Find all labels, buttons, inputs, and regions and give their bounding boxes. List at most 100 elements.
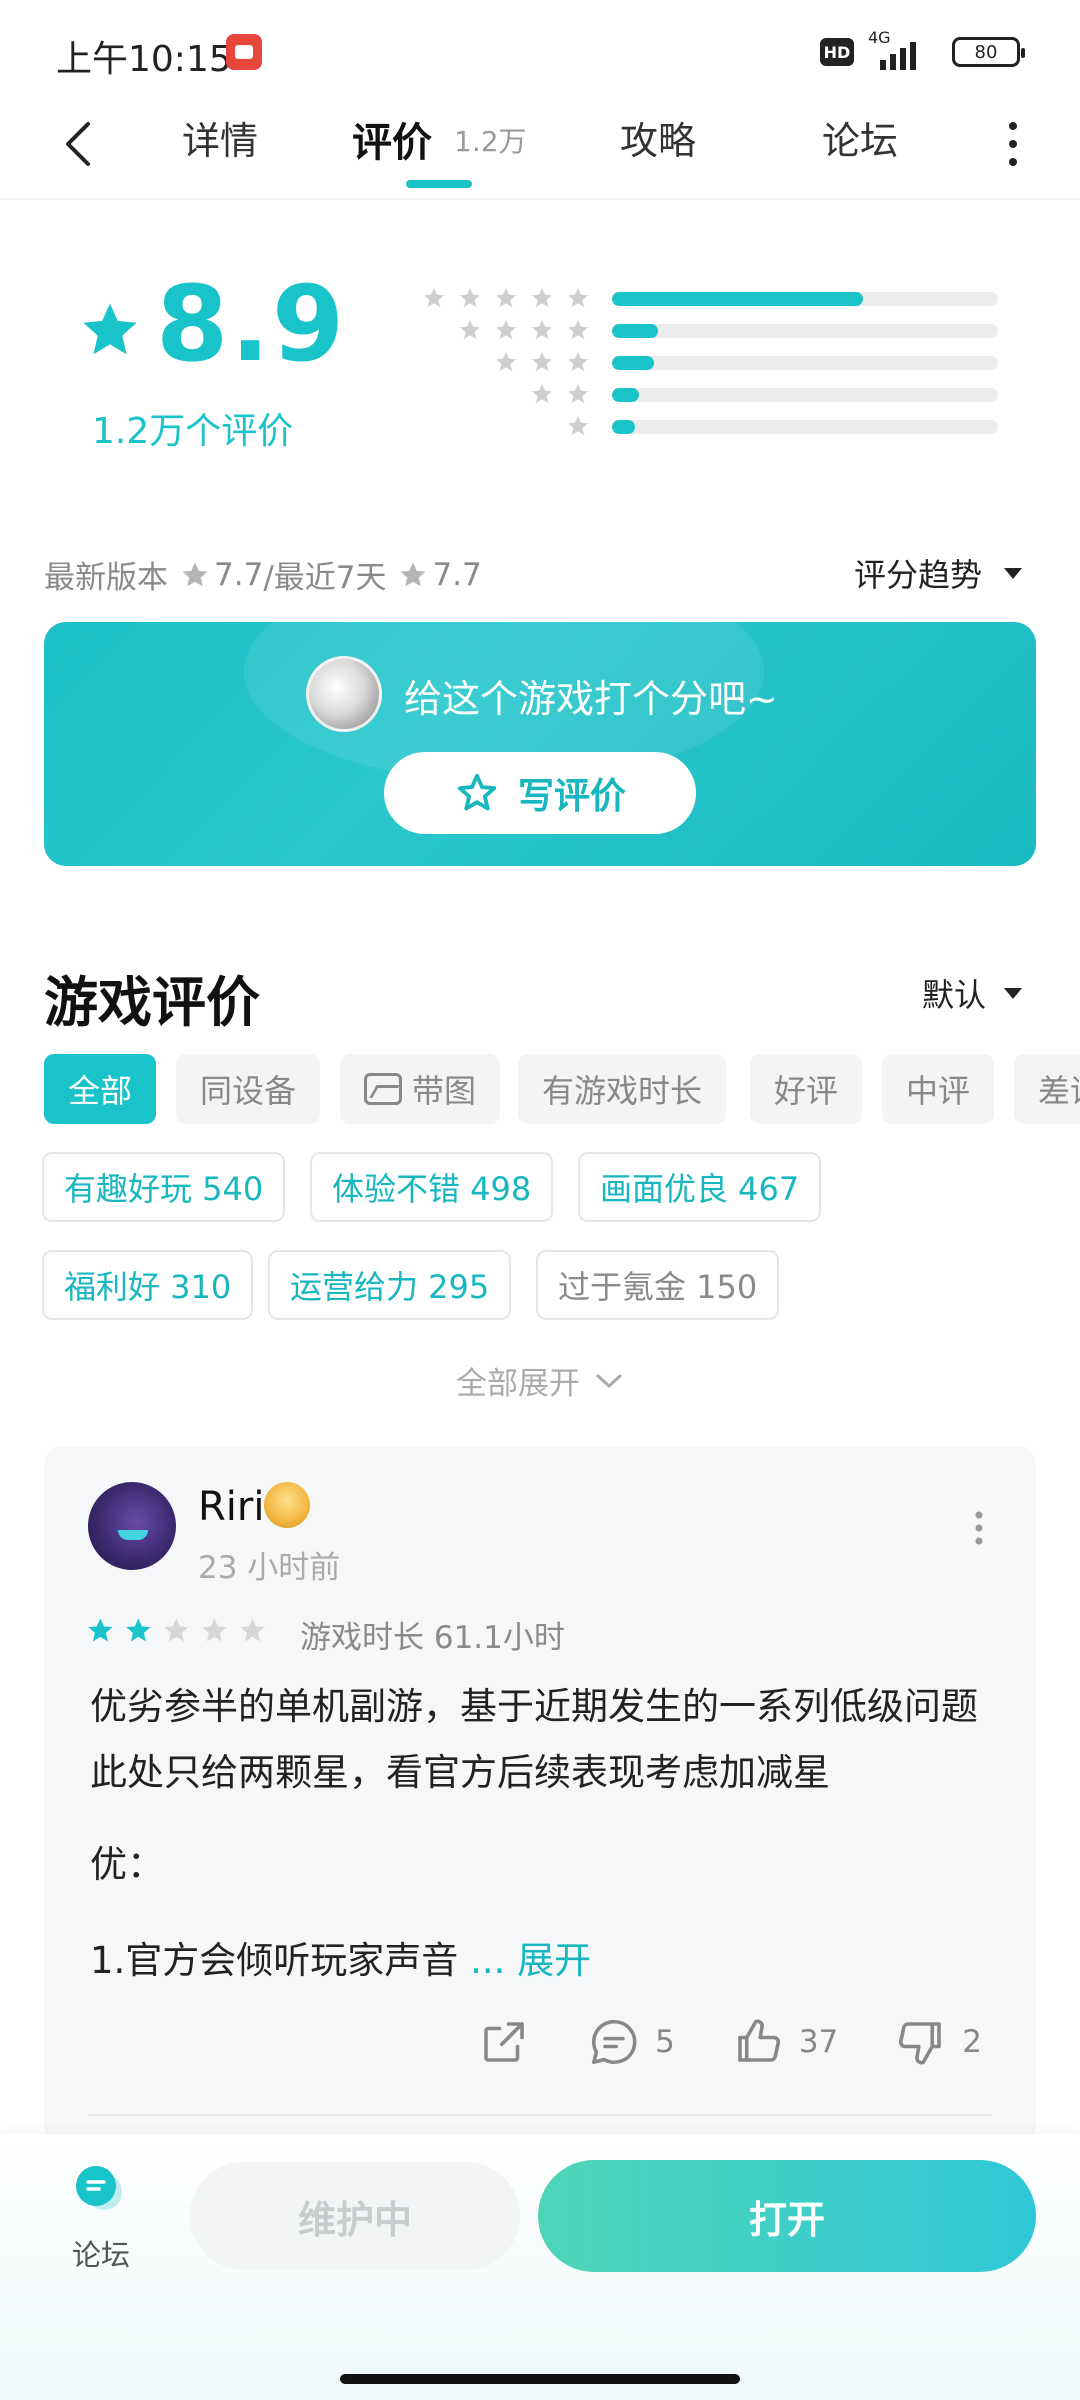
review-text: 优劣参半的单机副游，基于近期发生的一系列低级问题此处只给两颗星，看官方后续表现考… <box>90 1685 978 1794</box>
filter-same-device[interactable]: 同设备 <box>176 1054 321 1124</box>
star-icon <box>568 352 588 372</box>
star-icon <box>240 1618 265 1642</box>
star-icon <box>496 352 516 372</box>
filter-all[interactable]: 全部 <box>44 1054 157 1124</box>
distribution-bar-4 <box>612 324 998 338</box>
like-button[interactable]: 37 <box>731 2015 838 2069</box>
filter-label: 全部 <box>68 1072 133 1110</box>
filter-negative[interactable]: 差评 <box>1014 1054 1080 1124</box>
tag-good-operation[interactable]: 运营给力 295 <box>268 1250 512 1320</box>
playtime: 游戏时长 61.1小时 <box>300 1620 565 1656</box>
forum-icon[interactable] <box>72 2164 126 2214</box>
dislike-count: 2 <box>962 2024 982 2060</box>
star-icon <box>532 384 552 404</box>
active-tab-indicator <box>406 180 472 188</box>
rating-trend-label: 评分趋势 <box>853 556 982 594</box>
tab-guides[interactable]: 攻略 <box>620 110 696 165</box>
tag-fun[interactable]: 有趣好玩 540 <box>42 1152 286 1222</box>
user-badge-icon <box>264 1482 310 1528</box>
share-button[interactable] <box>477 2015 531 2069</box>
rating-score: 8.9 <box>156 263 347 385</box>
expand-all-tags[interactable]: 全部展开 <box>0 1358 1080 1403</box>
review-line-text: 1.官方会倾听玩家声音 <box>90 1939 459 1982</box>
distribution-bar-2 <box>612 388 998 402</box>
comment-count: 5 <box>655 2024 675 2060</box>
maintenance-button[interactable]: 维护中 <box>190 2162 520 2270</box>
tag-pay-to-win[interactable]: 过于氪金 150 <box>536 1250 780 1320</box>
distribution-bar-3 <box>612 356 998 370</box>
star-icon <box>532 352 552 372</box>
filter-label: 好评 <box>774 1072 839 1110</box>
chevron-down-icon <box>596 1374 622 1387</box>
dislike-button[interactable]: 2 <box>894 2015 982 2069</box>
star-icon <box>400 562 426 586</box>
filter-positive[interactable]: 好评 <box>750 1054 863 1124</box>
distribution-fill <box>612 388 640 402</box>
hd-icon: HD <box>820 38 854 66</box>
distribution-stars-3 <box>496 352 588 372</box>
top-nav: 详情 评价 1.2万 攻略 论坛 <box>0 96 1080 200</box>
distribution-bar-1 <box>612 420 998 434</box>
more-vertical-icon[interactable] <box>974 1510 984 1546</box>
filter-label: 中评 <box>906 1072 971 1110</box>
review-ellipsis: ... <box>458 1939 518 1982</box>
thumbs-up-icon <box>738 2019 780 2062</box>
tag-good-experience[interactable]: 体验不错 498 <box>310 1152 554 1222</box>
review-actions: 5 37 2 <box>421 2012 982 2072</box>
share-icon <box>484 2022 524 2062</box>
filter-neutral[interactable]: 中评 <box>882 1054 995 1124</box>
expand-all-label: 全部展开 <box>456 1366 580 1402</box>
filter-chips: 全部 同设备 带图 有游戏时长 好评 中评 差评 <box>44 1054 1080 1126</box>
filter-label: 带图 <box>412 1072 477 1110</box>
distribution-stars-5 <box>424 288 588 308</box>
tag-good-rewards[interactable]: 福利好 310 <box>42 1250 254 1320</box>
star-icon <box>202 1618 227 1642</box>
latest-version-score: 7.7 <box>214 556 264 593</box>
rate-prompt: 给这个游戏打个分吧~ <box>404 677 778 721</box>
caret-down-icon <box>1004 987 1022 999</box>
tab-details[interactable]: 详情 <box>182 110 258 165</box>
review-star-rating <box>88 1618 265 1642</box>
tab-reviews[interactable]: 评价 <box>352 110 432 168</box>
filter-with-playtime[interactable]: 有游戏时长 <box>518 1054 727 1124</box>
star-icon <box>424 288 444 308</box>
star-icon <box>568 416 588 436</box>
tab-forum[interactable]: 论坛 <box>822 110 898 165</box>
star-icon <box>460 288 480 308</box>
signal-icon: 4G <box>868 28 938 72</box>
comment-icon <box>592 2019 637 2065</box>
rating-star-icon <box>83 303 137 355</box>
star-icon <box>496 320 516 340</box>
thumbs-down-icon <box>899 2022 942 2065</box>
back-arrow-icon[interactable] <box>52 114 112 174</box>
comment-button[interactable]: 5 <box>587 2015 675 2069</box>
reviewer-avatar[interactable] <box>88 1482 176 1570</box>
review-pros-label: 优： <box>90 1843 164 1886</box>
filter-with-images[interactable]: 带图 <box>340 1054 501 1124</box>
write-review-label: 写评价 <box>517 776 626 817</box>
status-indicators: HD 4G 80 <box>820 28 1025 72</box>
tag-good-graphics[interactable]: 画面优良 467 <box>578 1152 822 1222</box>
distribution-fill <box>612 324 659 338</box>
battery-level: 80 <box>974 41 998 63</box>
write-review-button[interactable]: 写评价 <box>384 752 696 834</box>
star-icon <box>568 320 588 340</box>
rating-trend-dropdown[interactable]: 评分趋势 <box>854 550 1022 596</box>
filter-label: 差评 <box>1038 1072 1080 1110</box>
star-icon <box>496 288 516 308</box>
distribution-fill <box>612 420 636 434</box>
review-expand-link[interactable]: 展开 <box>517 1939 591 1982</box>
open-game-button[interactable]: 打开 <box>538 2160 1036 2272</box>
star-icon <box>568 288 588 308</box>
image-icon <box>364 1073 402 1105</box>
star-icon <box>164 1618 189 1642</box>
rating-count: 1.2万个评价 <box>92 411 294 452</box>
reviewer-name[interactable]: Riri <box>198 1484 264 1530</box>
distribution-stars-4 <box>460 320 588 340</box>
latest-version-label: 最新版本 <box>44 560 168 596</box>
more-vertical-icon[interactable] <box>998 116 1028 172</box>
filter-label: 同设备 <box>200 1072 297 1110</box>
sort-dropdown[interactable]: 默认 <box>922 970 1022 1016</box>
caret-down-icon <box>1004 567 1022 579</box>
forum-label[interactable]: 论坛 <box>72 2232 130 2274</box>
